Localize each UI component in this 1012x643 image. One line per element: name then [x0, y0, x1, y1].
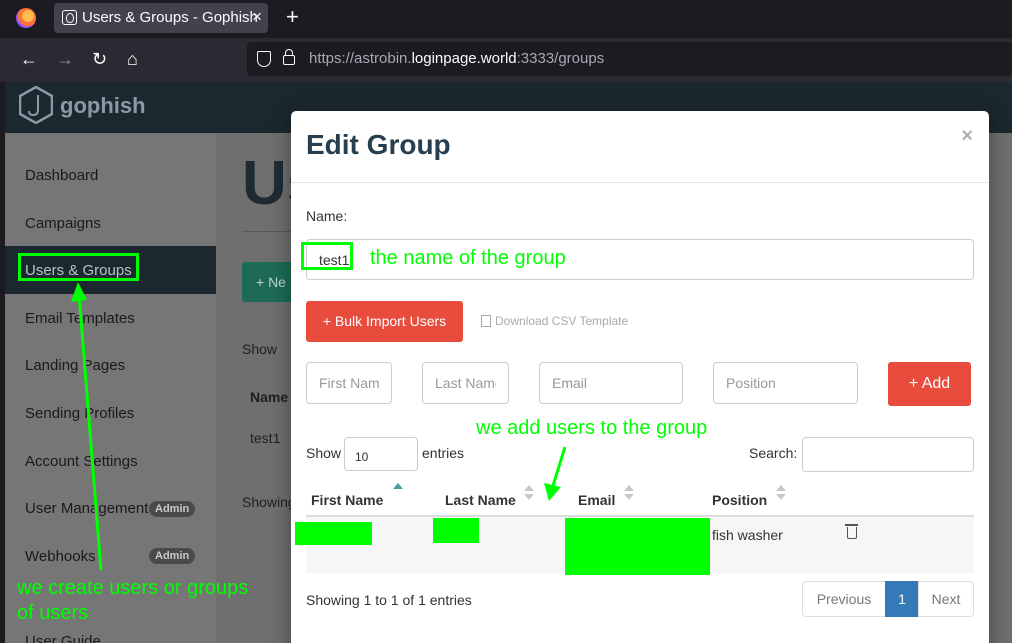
- browser-nav-bar: ← → ↻ ⌂ https://astrobin.loginpage.world…: [0, 38, 1012, 82]
- annotation-name-note: the name of the group: [370, 247, 566, 269]
- name-label: Name:: [306, 208, 348, 224]
- tab-title: Users & Groups - Gophish: [82, 9, 258, 26]
- download-csv-link[interactable]: Download CSV Template: [481, 314, 628, 328]
- column-header-name: Name: [250, 389, 289, 405]
- gophish-logo-icon: [19, 86, 53, 124]
- shield-icon[interactable]: [257, 51, 271, 67]
- annotation-users-note: we add users to the group: [476, 417, 708, 439]
- trash-icon[interactable]: [845, 524, 858, 539]
- next-page-button[interactable]: Next: [918, 581, 974, 617]
- search-label: Search:: [749, 445, 798, 461]
- home-icon[interactable]: ⌂: [127, 48, 138, 70]
- email-field[interactable]: [539, 362, 683, 404]
- position-cell: fish washer: [712, 527, 783, 543]
- sidebar: Dashboard Campaigns Users & Groups Email…: [5, 133, 216, 643]
- firefox-icon[interactable]: [16, 8, 36, 28]
- column-header-last-name[interactable]: Last Name: [445, 492, 516, 508]
- reload-icon[interactable]: ↻: [92, 48, 107, 70]
- add-user-button[interactable]: + Add: [888, 362, 971, 406]
- group-row-name: test1: [250, 430, 281, 446]
- url-bar[interactable]: https://astrobin.loginpage.world:3333/gr…: [247, 42, 1012, 76]
- search-input[interactable]: [802, 437, 974, 472]
- column-header-position[interactable]: Position: [712, 492, 767, 508]
- position-field[interactable]: [713, 362, 858, 404]
- sort-asc-icon[interactable]: [393, 483, 403, 501]
- gophish-favicon-icon: [62, 10, 77, 25]
- admin-badge: Admin: [149, 501, 196, 517]
- redacted-last-name: [433, 518, 479, 543]
- annotation-arrow-icon: [71, 282, 103, 571]
- sidebar-item-campaigns[interactable]: Campaigns: [25, 215, 101, 232]
- column-header-email[interactable]: Email: [578, 492, 615, 508]
- back-arrow-icon[interactable]: ←: [20, 48, 38, 70]
- close-icon[interactable]: ×: [961, 125, 973, 148]
- sidebar-item-dashboard[interactable]: Dashboard: [25, 167, 98, 184]
- browser-tab-bar: Users & Groups - Gophish × +: [0, 0, 1012, 38]
- entries-label: entries: [422, 445, 465, 461]
- browser-tab[interactable]: Users & Groups - Gophish ×: [54, 3, 268, 33]
- modal-divider: [291, 182, 989, 183]
- sort-icon[interactable]: [524, 485, 534, 503]
- url-text[interactable]: https://astrobin.loginpage.world:3333/gr…: [309, 50, 604, 67]
- lock-icon[interactable]: [283, 49, 295, 65]
- show-label: Show: [306, 445, 342, 461]
- entries-select[interactable]: [344, 437, 418, 471]
- redacted-first-name: [295, 522, 372, 545]
- bulk-import-button[interactable]: + Bulk Import Users: [306, 301, 463, 342]
- page-1-button[interactable]: 1: [885, 581, 919, 617]
- showing-text: Showing: [242, 494, 296, 510]
- highlight-box: [301, 242, 353, 270]
- sort-icon[interactable]: [624, 485, 634, 503]
- previous-page-button[interactable]: Previous: [802, 581, 886, 617]
- modal-title: Edit Group: [306, 129, 451, 160]
- edit-group-modal: Edit Group × Name: the name of the group…: [291, 111, 989, 643]
- new-tab-icon[interactable]: +: [286, 4, 299, 30]
- highlight-box: [18, 253, 139, 281]
- show-label: Show: [242, 341, 278, 357]
- forward-arrow-icon[interactable]: →: [56, 48, 74, 70]
- first-name-field[interactable]: [306, 362, 392, 404]
- tab-close-icon[interactable]: ×: [252, 7, 262, 27]
- new-group-button[interactable]: + Ne: [242, 262, 298, 302]
- redacted-email: [565, 518, 710, 575]
- annotation-groups-note: we create users or groups of users: [17, 577, 249, 624]
- annotation-arrow-icon: [544, 446, 567, 501]
- sort-icon[interactable]: [776, 485, 786, 503]
- sidebar-item-user-guide[interactable]: User Guide: [25, 633, 101, 643]
- admin-badge: Admin: [149, 548, 196, 564]
- showing-entries-text: Showing 1 to 1 of 1 entries: [306, 592, 472, 608]
- app-brand: gophish: [60, 93, 146, 118]
- file-icon: [481, 315, 491, 327]
- column-header-first-name[interactable]: First Name: [311, 492, 383, 508]
- last-name-field[interactable]: [422, 362, 509, 404]
